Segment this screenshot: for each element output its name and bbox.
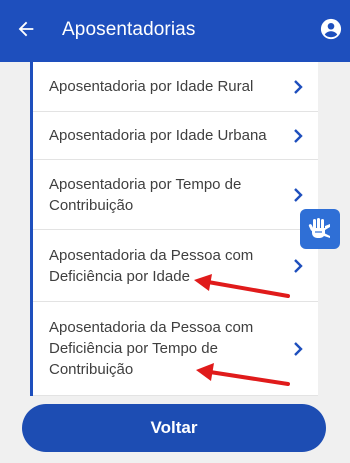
account-circle-icon xyxy=(320,18,342,40)
list-item-label: Aposentadoria por Idade Rural xyxy=(49,78,254,95)
options-list: Aposentadoria por Idade Rural Aposentado… xyxy=(30,62,318,396)
list-item-label: Aposentadoria por Idade Urbana xyxy=(49,127,267,144)
list-item-idade-urbana[interactable]: Aposentadoria por Idade Urbana xyxy=(33,112,318,160)
back-button[interactable] xyxy=(14,17,38,41)
list-item-idade-rural[interactable]: Aposentadoria por Idade Rural xyxy=(33,62,318,112)
chevron-right-icon xyxy=(294,79,303,94)
list-item-tempo-contribuicao[interactable]: Aposentadoria por Tempo de Contribuição xyxy=(33,160,318,230)
voltar-button[interactable]: Voltar xyxy=(22,404,326,452)
list-item-label: Aposentadoria da Pessoa com Deficiência … xyxy=(49,246,254,285)
list-item-deficiencia-tempo-contribuicao[interactable]: Aposentadoria da Pessoa com Deficiência … xyxy=(33,302,318,396)
chevron-right-icon xyxy=(294,341,303,356)
app-header: Aposentadorias xyxy=(0,0,350,62)
sign-language-hand-icon xyxy=(308,218,330,238)
list-item-label: Aposentadoria por Tempo de Contribuição xyxy=(49,175,242,214)
chevron-right-icon xyxy=(294,258,303,273)
chevron-right-icon xyxy=(294,128,303,143)
footer-bar: Voltar xyxy=(0,396,350,463)
arrow-left-icon xyxy=(18,21,34,37)
list-item-label: Aposentadoria da Pessoa com Deficiência … xyxy=(49,319,254,378)
chevron-right-icon xyxy=(294,187,303,202)
list-item-deficiencia-idade[interactable]: Aposentadoria da Pessoa com Deficiência … xyxy=(33,230,318,302)
user-account-button[interactable] xyxy=(320,18,342,40)
sign-language-button[interactable] xyxy=(300,209,340,249)
page-title: Aposentadorias xyxy=(62,19,196,40)
